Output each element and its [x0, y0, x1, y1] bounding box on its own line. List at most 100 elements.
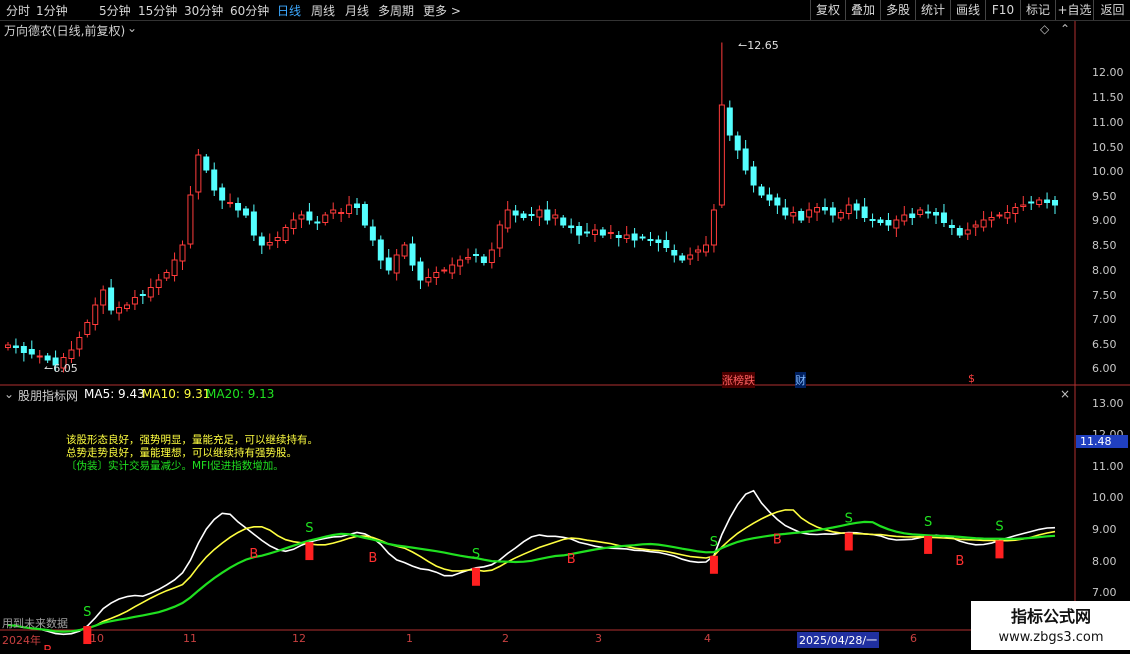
- candle-body: [401, 244, 408, 257]
- candle-body: [472, 254, 479, 256]
- date-label: 2024年: [2, 634, 41, 647]
- candle-body: [385, 257, 392, 271]
- candle-body: [512, 210, 519, 216]
- candle-body: [790, 212, 797, 217]
- candle-body: [877, 219, 884, 223]
- candle-body: [560, 217, 567, 226]
- candle-body: [710, 209, 717, 246]
- date-label: 2: [502, 632, 509, 645]
- date-label: 1: [406, 632, 413, 645]
- candle-body: [925, 211, 932, 214]
- candle-body: [996, 214, 1003, 217]
- ma10-line: [7, 509, 1056, 633]
- candle-body: [956, 228, 963, 236]
- candle-body: [679, 255, 686, 261]
- diamond-icon[interactable]: ◇: [1040, 22, 1049, 36]
- candle-body: [20, 346, 27, 353]
- indicator-settings-icon[interactable]: ⌄: [4, 387, 14, 401]
- candle-body: [726, 107, 733, 136]
- candle-body: [639, 236, 646, 239]
- candle-body: [806, 209, 813, 218]
- candle-body: [695, 249, 702, 253]
- indicator-note: 〔伪装〕实计交易量减少。MFI促进指数增加。: [66, 460, 284, 472]
- candle-body: [576, 226, 583, 236]
- buy-signal: B: [955, 554, 964, 569]
- candle-body: [163, 272, 170, 279]
- candle-body: [568, 225, 575, 228]
- site-watermark: 指标公式网 www.zbgs3.com: [971, 601, 1130, 650]
- candle-body: [417, 261, 424, 281]
- candle-body: [36, 355, 43, 358]
- sell-signal: S: [995, 519, 1003, 534]
- candle-body: [504, 209, 511, 229]
- low-price-label: ↼6.05: [44, 362, 78, 375]
- event-tag-limit[interactable]: 涨榜跌: [722, 372, 755, 388]
- candle-body: [187, 194, 194, 245]
- price-tick: 10.00: [1092, 165, 1124, 178]
- indicator-tick: 11.00: [1092, 460, 1124, 473]
- candle-body: [116, 307, 123, 314]
- buy-signal: B: [249, 547, 258, 562]
- candle-body: [734, 135, 741, 151]
- event-tag-dividend[interactable]: $: [968, 372, 975, 385]
- candle-body: [837, 212, 844, 219]
- price-tick: 7.00: [1092, 313, 1117, 326]
- candle-body: [227, 202, 234, 204]
- kline-chart[interactable]: B S B S B S B S B S S B S: [0, 0, 1130, 650]
- candle-body: [909, 213, 916, 218]
- candle-body: [354, 203, 360, 208]
- candle-body: [798, 211, 805, 221]
- sell-signal: S: [710, 535, 718, 550]
- candle-body: [250, 211, 257, 236]
- event-tag-finance[interactable]: 财: [795, 372, 806, 388]
- candle-body: [155, 279, 162, 288]
- date-label: 4: [704, 632, 711, 645]
- signal-bar: [995, 540, 1004, 559]
- date-label: 12: [292, 632, 306, 645]
- candle-body: [425, 277, 432, 283]
- candle-body: [179, 244, 186, 262]
- candle-body: [171, 259, 178, 276]
- candle-body: [861, 206, 868, 218]
- candle-body: [972, 224, 979, 228]
- candle-body: [44, 355, 51, 361]
- ma20-line: [7, 520, 1056, 633]
- candle-body: [607, 232, 614, 234]
- svg-text:指标公式网: 指标公式网: [1011, 607, 1091, 626]
- candle-body: [552, 214, 559, 219]
- cursor-date-label: 2025/04/28/一: [797, 632, 880, 648]
- indicator-name[interactable]: 股朋指标网: [18, 387, 78, 404]
- candle-body: [964, 229, 971, 235]
- candle-body: [361, 204, 368, 226]
- close-panel-icon[interactable]: ×: [1060, 387, 1070, 401]
- candle-body: [457, 259, 464, 267]
- signal-bar: [844, 532, 853, 551]
- candle-body: [1028, 201, 1035, 204]
- candlestick-series: [5, 42, 1058, 373]
- candle-body: [346, 204, 353, 214]
- candle-body: [449, 264, 456, 274]
- price-tick: 9.50: [1092, 190, 1117, 203]
- collapse-icon[interactable]: ⌃: [1060, 22, 1070, 36]
- price-tick: 11.00: [1092, 116, 1124, 129]
- candle-body: [750, 166, 757, 186]
- candle-body: [298, 214, 305, 220]
- indicator-series: [7, 489, 1056, 636]
- signal-bar: [471, 567, 480, 586]
- candle-body: [12, 345, 19, 348]
- candle-body: [917, 209, 924, 215]
- candle-body: [718, 104, 725, 206]
- candle-body: [290, 219, 297, 229]
- ma10-value: MA10: 9.31: [142, 387, 211, 401]
- sell-signal: S: [924, 515, 932, 530]
- candle-body: [282, 227, 289, 241]
- signal-bar: [305, 542, 314, 561]
- indicator-tick: 13.00: [1092, 397, 1124, 410]
- candle-body: [488, 249, 495, 263]
- candle-body: [5, 344, 11, 348]
- signal-bar: [709, 555, 718, 574]
- candle-body: [933, 212, 940, 216]
- candle-body: [1020, 204, 1027, 207]
- price-tick: 8.50: [1092, 239, 1117, 252]
- chevron-down-icon[interactable]: ⌄: [127, 21, 137, 35]
